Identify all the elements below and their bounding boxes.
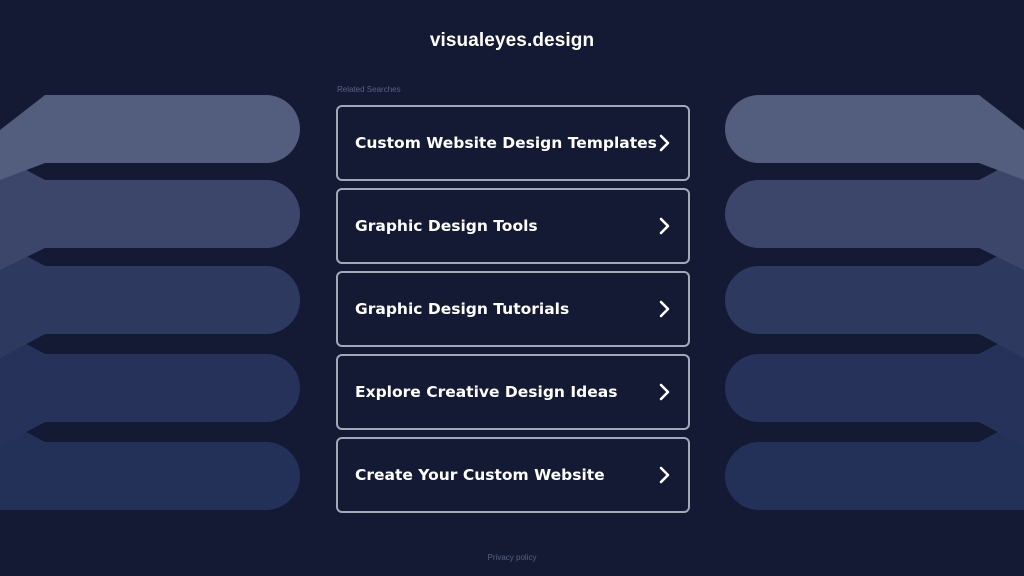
privacy-policy-link[interactable]: Privacy policy [0,553,1024,562]
deco-band-right-5 [725,418,1024,510]
related-search-link-custom-website-design-templates[interactable]: Custom Website Design Templates [336,105,690,181]
related-search-label: Create Your Custom Website [355,466,605,484]
related-search-label: Explore Creative Design Ideas [355,383,618,401]
parked-domain-page: visualeyes.design Related Searches Custo… [0,0,1024,576]
right-decorative-bands [725,95,1024,510]
deco-band-right-1 [725,95,1024,180]
chevron-right-icon [659,134,670,152]
related-search-link-explore-creative-design-ideas[interactable]: Explore Creative Design Ideas [336,354,690,430]
deco-band-right-3 [725,242,1024,358]
deco-band-right-4 [725,330,1024,446]
deco-band-left-2 [0,156,300,270]
related-search-label: Custom Website Design Templates [355,134,657,152]
chevron-right-icon [659,300,670,318]
related-searches-list: Custom Website Design Templates Graphic … [336,105,690,520]
related-search-link-graphic-design-tutorials[interactable]: Graphic Design Tutorials [336,271,690,347]
chevron-right-icon [659,466,670,484]
chevron-right-icon [659,383,670,401]
left-decorative-bands [0,95,300,510]
related-searches-label: Related Searches [337,85,401,94]
deco-band-left-1 [0,95,300,180]
deco-band-left-5 [0,418,300,510]
related-search-link-create-your-custom-website[interactable]: Create Your Custom Website [336,437,690,513]
chevron-right-icon [659,217,670,235]
related-search-label: Graphic Design Tutorials [355,300,570,318]
related-search-link-graphic-design-tools[interactable]: Graphic Design Tools [336,188,690,264]
site-title: visualeyes.design [429,30,595,51]
related-search-label: Graphic Design Tools [355,217,538,235]
deco-band-right-2 [725,156,1024,270]
deco-band-left-4 [0,330,300,446]
deco-band-left-3 [0,242,300,358]
